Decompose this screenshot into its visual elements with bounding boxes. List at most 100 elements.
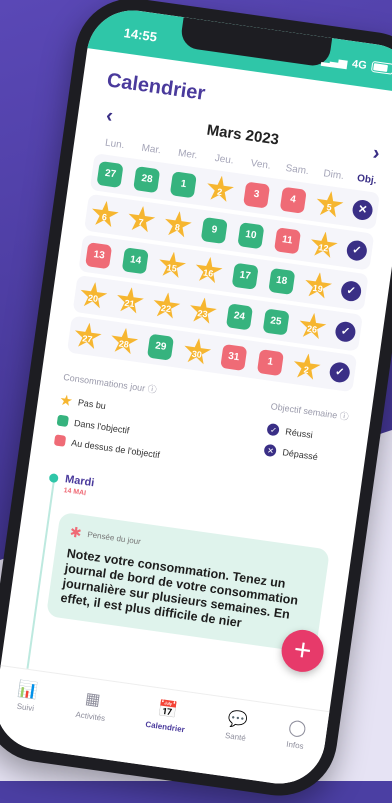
weekday-label: Jeu. <box>214 152 235 167</box>
calendar-day-cell[interactable]: 27 <box>91 160 131 189</box>
tab-activites[interactable]: ▦ Activités <box>75 687 109 723</box>
weekday-label: Mar. <box>140 142 162 157</box>
calendar-day-cell[interactable]: 26 <box>292 310 332 343</box>
week-goal-cell: ✕ <box>346 197 378 221</box>
calendar-day-cell[interactable]: 6 <box>85 198 125 231</box>
calendar-day-cell[interactable]: 18 <box>262 266 302 295</box>
green-day-marker: 9 <box>200 216 228 244</box>
calendar-day-cell[interactable]: 22 <box>146 290 186 323</box>
legend-consumption-title: Consommations jour ⓘ <box>62 372 158 396</box>
notch <box>179 17 333 68</box>
calendar-day-cell[interactable]: 8 <box>158 208 198 241</box>
objective-column-label: Obj. <box>356 172 378 187</box>
star-day-marker: 22 <box>151 290 183 322</box>
tab-calendrier[interactable]: 📅 Calendrier <box>145 697 189 734</box>
calendar-day-cell[interactable]: 12 <box>304 229 344 262</box>
weekday-label: Ven. <box>250 158 272 172</box>
calendar-day-cell[interactable]: 13 <box>79 241 119 270</box>
status-indicators: ▂▃▅ 4G <box>321 53 392 76</box>
weekday-label: Sam. <box>284 162 310 178</box>
tab-suivi[interactable]: 📊 Suivi <box>15 679 39 713</box>
timeline-dot <box>48 473 59 484</box>
sparkle-icon: ✱ <box>68 523 83 541</box>
green-square-icon <box>56 414 70 428</box>
calendar-day-cell[interactable]: 14 <box>116 246 156 275</box>
week-goal-cell: ✓ <box>329 319 361 343</box>
thought-card[interactable]: ✱ Pensée du jour Notez votre consommatio… <box>45 511 330 654</box>
week-goal-cell: ✓ <box>324 360 356 384</box>
calendar-day-cell[interactable]: 28 <box>127 165 167 194</box>
star-day-marker: 20 <box>78 280 110 312</box>
calendar-day-cell[interactable]: 1 <box>164 170 204 199</box>
calendar-day-cell[interactable]: 2 <box>200 173 240 206</box>
red-day-marker: 11 <box>273 226 301 254</box>
network-label: 4G <box>351 57 368 72</box>
check-icon: ✓ <box>266 422 281 437</box>
calendar-day-cell[interactable]: 15 <box>152 249 192 282</box>
green-day-marker: 1 <box>169 170 198 198</box>
calendar-day-cell[interactable]: 5 <box>309 188 349 221</box>
card-label: Pensée du jour <box>86 529 142 547</box>
next-month-button[interactable]: › <box>371 142 381 166</box>
star-day-marker: 2 <box>291 351 323 383</box>
signal-icon: ▂▃▅ <box>321 53 348 70</box>
green-day-marker: 14 <box>122 246 150 274</box>
star-day-marker: 19 <box>302 270 334 302</box>
tab-sante[interactable]: 💬 Santé <box>224 708 249 743</box>
calendar-day-cell[interactable]: 28 <box>104 325 144 358</box>
calendar-day-cell[interactable]: 17 <box>225 261 265 290</box>
check-icon: ✓ <box>334 319 357 343</box>
daily-feed: Mardi 14 MAI ✱ Pensée du jour Notez votr… <box>25 471 335 678</box>
chart-bars-icon: 📊 <box>16 680 39 701</box>
legend-item-success: ✓ Réussi <box>266 422 346 446</box>
calendar-day-cell[interactable]: 27 <box>68 320 108 353</box>
calendar-day-cell[interactable]: 24 <box>219 302 259 331</box>
star-day-marker: 28 <box>108 326 140 358</box>
calendar-day-cell[interactable]: 7 <box>121 203 161 236</box>
legend-item-exceeded: ✕ Dépassé <box>263 443 343 467</box>
star-day-marker: 12 <box>308 230 340 262</box>
star-day-marker: 6 <box>89 199 121 231</box>
tab-infos[interactable]: ◯ Infos <box>285 717 308 751</box>
calendar-day-cell[interactable]: 2 <box>286 351 326 384</box>
user-icon: ◯ <box>287 718 308 739</box>
calendar-day-cell[interactable]: 11 <box>267 226 307 255</box>
green-day-marker: 18 <box>268 267 296 295</box>
calendar-day-cell[interactable]: 25 <box>256 307 296 336</box>
week-goal-cell: ✓ <box>341 238 373 262</box>
green-day-marker: 24 <box>225 302 253 330</box>
calendar-day-cell[interactable]: 10 <box>231 221 271 250</box>
star-day-marker: 2 <box>204 174 236 206</box>
calendar-day-cell[interactable]: 31 <box>214 343 254 372</box>
calendar-day-cell[interactable]: 23 <box>183 295 223 328</box>
calendar-day-cell[interactable]: 19 <box>298 270 338 303</box>
green-day-marker: 25 <box>262 307 290 336</box>
weekday-label: Dim. <box>322 168 345 182</box>
prev-month-button[interactable]: ‹ <box>105 104 115 128</box>
calendar-day-cell[interactable]: 3 <box>237 180 277 209</box>
calendar-day-cell[interactable]: 30 <box>177 335 217 368</box>
green-day-marker: 28 <box>133 165 161 193</box>
calendar-day-cell[interactable]: 20 <box>73 279 113 312</box>
close-icon: ✕ <box>263 443 278 458</box>
star-day-marker: 16 <box>193 255 225 287</box>
red-day-marker: 1 <box>256 348 284 376</box>
main-content: Calendrier ‹ Mars 2023 › Lun. Mar. Mer. … <box>8 48 392 678</box>
legend-consumption: Consommations jour ⓘ Pas bu Dans l'objec… <box>53 370 170 460</box>
calendar-day-cell[interactable]: 16 <box>188 254 228 287</box>
green-day-marker: 17 <box>231 262 259 290</box>
green-day-marker: 10 <box>237 221 265 249</box>
star-day-marker: 21 <box>114 285 146 317</box>
calendar-day-cell[interactable]: 29 <box>141 332 181 361</box>
calendar-day-cell[interactable]: 21 <box>110 285 150 318</box>
calendar-day-cell[interactable]: 1 <box>250 348 290 377</box>
calendar-day-cell[interactable]: 9 <box>194 216 234 245</box>
green-day-marker: 27 <box>96 160 125 188</box>
star-day-marker: 30 <box>181 336 213 368</box>
legend: Consommations jour ⓘ Pas bu Dans l'objec… <box>53 370 350 485</box>
calendar-day-cell[interactable]: 4 <box>273 185 313 214</box>
red-day-marker: 13 <box>85 241 113 269</box>
green-day-marker: 29 <box>147 333 175 361</box>
weekday-label: Mer. <box>177 147 199 162</box>
check-icon: ✓ <box>328 360 352 384</box>
